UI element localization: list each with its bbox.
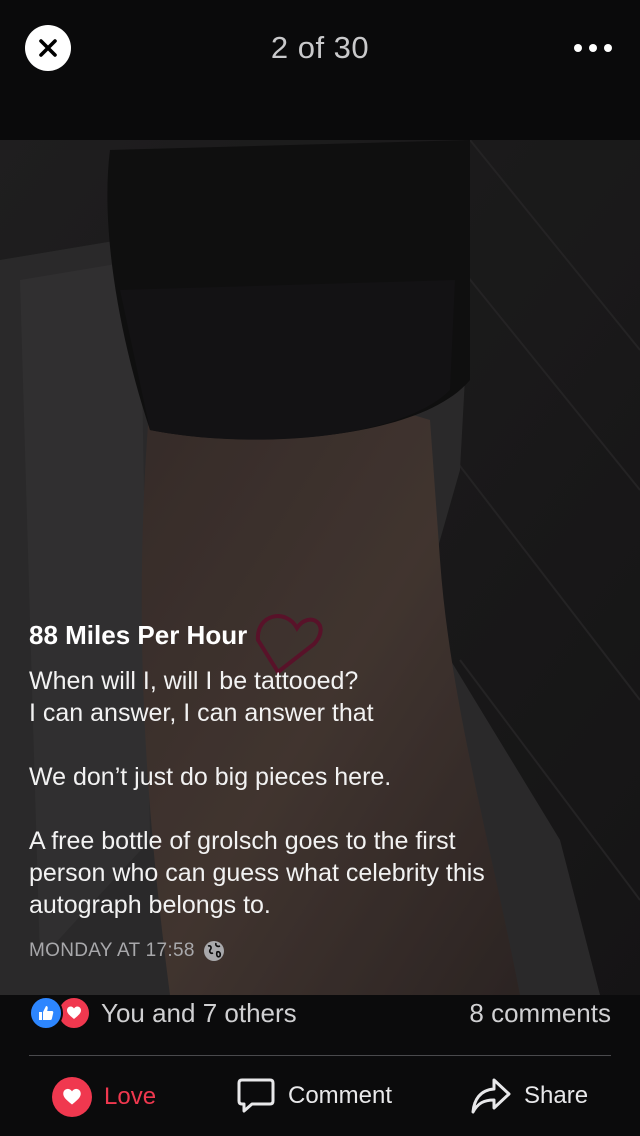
share-arrow-icon bbox=[471, 1078, 511, 1114]
comment-button[interactable]: Comment bbox=[236, 1077, 392, 1115]
love-label: Love bbox=[104, 1083, 157, 1110]
divider bbox=[29, 1055, 611, 1056]
thumbs-up-icon bbox=[39, 1006, 54, 1020]
like-reaction-icon bbox=[29, 996, 63, 1030]
caption-line: autograph belongs to. bbox=[29, 891, 271, 919]
heart-icon bbox=[63, 1088, 81, 1105]
post-caption: 88 Miles Per Hour When will I, will I be… bbox=[29, 620, 609, 921]
action-bar: Love Comment Share bbox=[0, 1065, 640, 1129]
globe-icon bbox=[203, 941, 224, 961]
reactions-summary[interactable]: You and 7 others bbox=[29, 996, 297, 1030]
comment-label: Comment bbox=[288, 1082, 393, 1109]
more-dots-icon bbox=[574, 44, 582, 52]
top-bar: 2 of 30 bbox=[0, 0, 640, 140]
love-button[interactable]: Love bbox=[52, 1077, 156, 1117]
comments-count[interactable]: 8 comments bbox=[469, 998, 611, 1029]
caption-line: A free bottle of grolsch goes to the fir… bbox=[29, 827, 456, 855]
caption-line: person who can guess what celebrity this bbox=[29, 859, 485, 887]
reactions-summary-row: You and 7 others 8 comments bbox=[29, 993, 611, 1033]
comment-icon bbox=[237, 1078, 275, 1113]
caption-line: We don’t just do big pieces here. bbox=[29, 763, 392, 791]
post-title[interactable]: 88 Miles Per Hour bbox=[29, 620, 609, 651]
photo-counter: 2 of 30 bbox=[270, 30, 370, 65]
share-button[interactable]: Share bbox=[470, 1077, 588, 1115]
post-timestamp[interactable]: MONDAY AT 17:58 bbox=[29, 940, 225, 962]
love-icon bbox=[52, 1077, 92, 1117]
more-options-button[interactable] bbox=[574, 40, 612, 56]
caption-line: I can answer, I can answer that bbox=[29, 699, 374, 727]
timestamp-text: MONDAY AT 17:58 bbox=[29, 940, 195, 961]
heart-icon bbox=[67, 1006, 81, 1019]
share-label: Share bbox=[524, 1082, 589, 1109]
reactions-text: You and 7 others bbox=[101, 997, 297, 1028]
caption-line: When will I, will I be tattooed? bbox=[29, 667, 359, 695]
